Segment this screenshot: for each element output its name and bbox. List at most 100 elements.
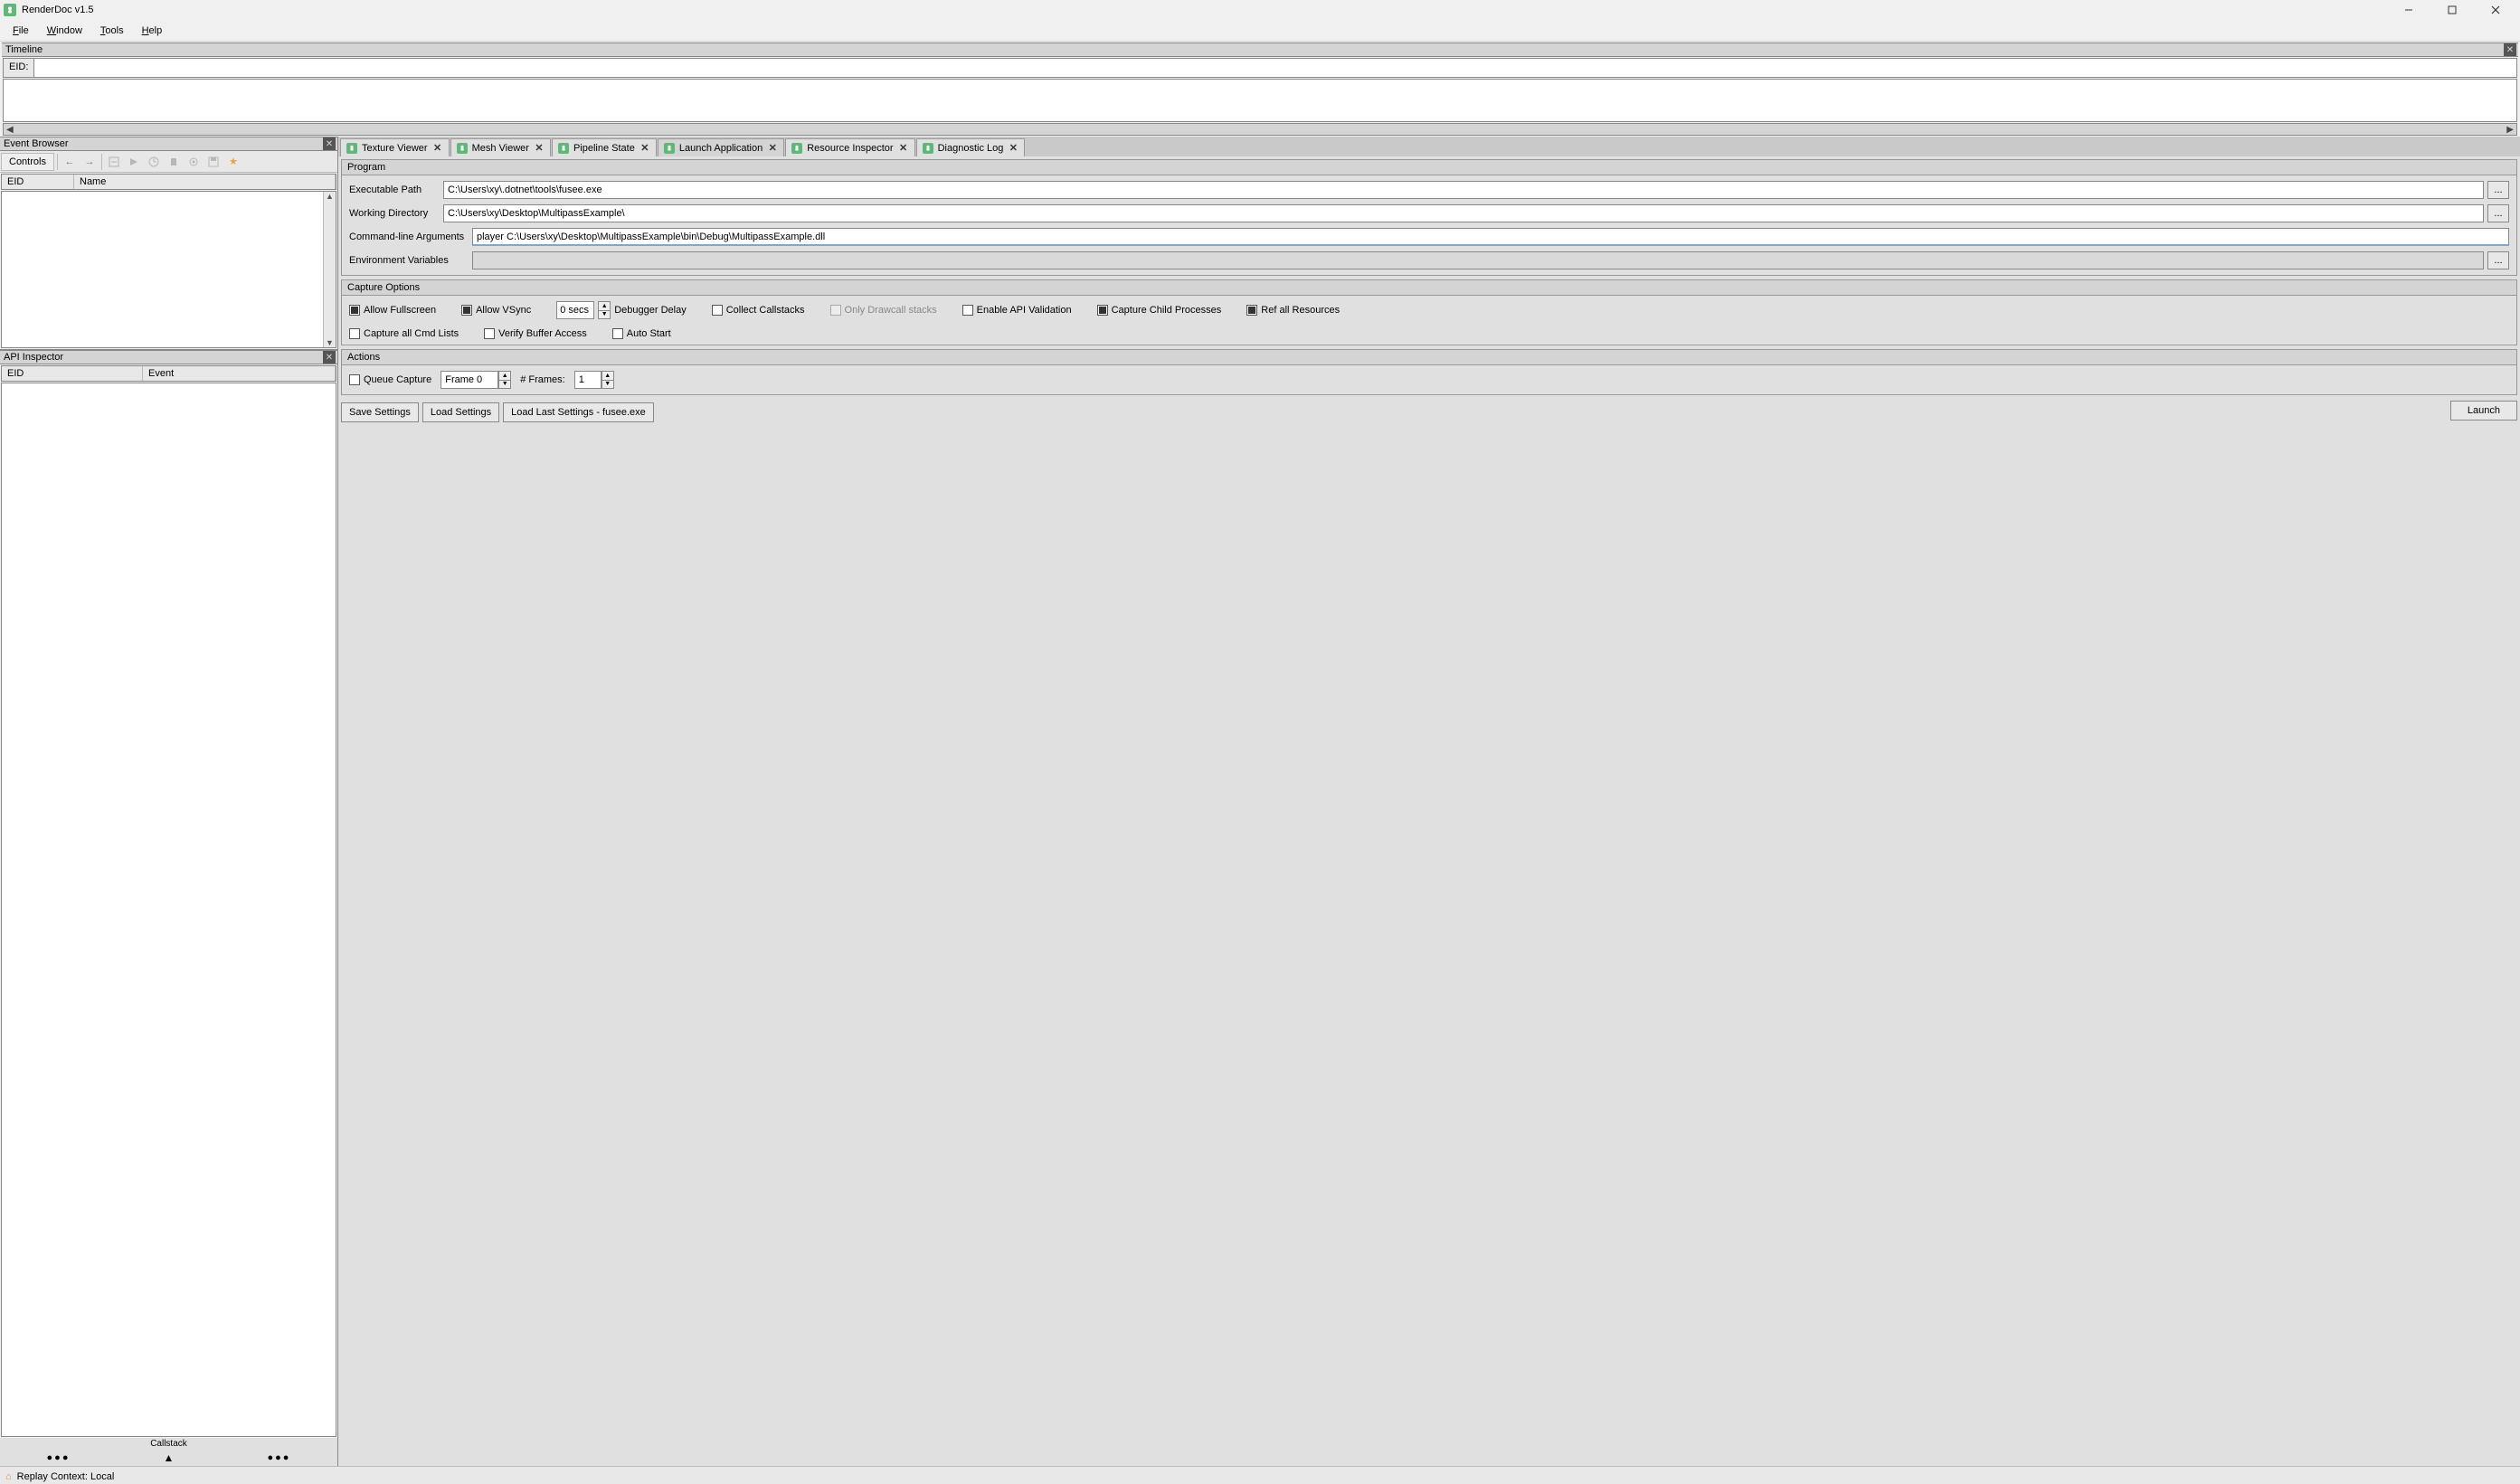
tab-mesh-viewer[interactable]: Mesh Viewer ✕ xyxy=(450,138,551,156)
collect-callstacks-checkbox[interactable]: Collect Callstacks xyxy=(712,305,805,316)
tab-close-icon[interactable]: ✕ xyxy=(639,143,650,154)
scroll-up-icon[interactable]: ▲ xyxy=(324,192,336,201)
spinner-down-icon[interactable]: ▼ xyxy=(602,381,613,389)
spinner-down-icon[interactable]: ▼ xyxy=(499,381,510,389)
capture-options-group: Capture Options Allow Fullscreen Allow V… xyxy=(341,279,2517,345)
api-inspector-title-bar: API Inspector ✕ xyxy=(0,350,337,364)
timeline-close-button[interactable]: ✕ xyxy=(2504,43,2516,56)
app-icon xyxy=(4,4,16,16)
tab-label: Pipeline State xyxy=(573,143,635,154)
title-bar: RenderDoc v1.5 xyxy=(0,0,2520,20)
tab-pipeline-state[interactable]: Pipeline State ✕ xyxy=(552,138,657,156)
load-last-settings-button[interactable]: Load Last Settings - fusee.exe xyxy=(503,402,654,422)
queue-capture-frame-input[interactable] xyxy=(441,371,498,389)
num-frames-spinner[interactable]: ▲▼ xyxy=(602,371,614,389)
tab-close-icon[interactable]: ✕ xyxy=(1008,143,1018,154)
tab-close-icon[interactable]: ✕ xyxy=(432,143,443,154)
actions-group-title: Actions xyxy=(342,350,2516,365)
status-bar: ⌂ Replay Context: Local xyxy=(0,1466,2520,1484)
queue-capture-checkbox[interactable]: Queue Capture xyxy=(349,374,431,385)
spinner-up-icon[interactable]: ▲ xyxy=(599,302,610,311)
spinner-up-icon[interactable]: ▲ xyxy=(602,372,613,381)
timeline-hscroll[interactable]: ◀ ▶ xyxy=(3,123,2517,136)
save-icon[interactable] xyxy=(204,153,223,171)
capture-child-processes-checkbox[interactable]: Capture Child Processes xyxy=(1097,305,1222,316)
tab-close-icon[interactable]: ✕ xyxy=(898,143,909,154)
callstack-expander[interactable]: ●●● ▲ ●●● xyxy=(0,1450,337,1466)
tab-close-icon[interactable]: ✕ xyxy=(767,143,778,154)
event-browser-col-eid[interactable]: EID xyxy=(2,175,74,189)
tab-icon xyxy=(346,143,357,154)
ref-all-resources-checkbox[interactable]: Ref all Resources xyxy=(1246,305,1340,316)
num-frames-input[interactable] xyxy=(574,371,602,389)
menu-tools[interactable]: Tools xyxy=(91,23,133,39)
scroll-down-icon[interactable]: ▼ xyxy=(324,338,336,347)
queue-capture-spinner[interactable]: ▲▼ xyxy=(498,371,511,389)
flag-icon[interactable] xyxy=(124,153,144,171)
auto-start-checkbox[interactable]: Auto Start xyxy=(612,328,671,339)
timeline-eid-input[interactable] xyxy=(34,59,2516,77)
api-inspector-close-button[interactable]: ✕ xyxy=(323,351,336,364)
window-minimize-button[interactable] xyxy=(2395,1,2422,19)
save-settings-button[interactable]: Save Settings xyxy=(341,402,419,422)
exe-path-browse-button[interactable]: ... xyxy=(2487,181,2509,199)
timeline-scroll-right-icon[interactable]: ▶ xyxy=(2504,125,2516,135)
tab-resource-inspector[interactable]: Resource Inspector ✕ xyxy=(785,138,914,156)
verify-buffer-access-checkbox[interactable]: Verify Buffer Access xyxy=(484,328,587,339)
event-browser-col-name[interactable]: Name xyxy=(74,175,336,189)
working-dir-browse-button[interactable]: ... xyxy=(2487,204,2509,222)
marker-icon[interactable] xyxy=(164,153,184,171)
tab-diagnostic-log[interactable]: Diagnostic Log ✕ xyxy=(916,138,1026,156)
tab-launch-application[interactable]: Launch Application ✕ xyxy=(658,138,784,156)
allow-fullscreen-checkbox[interactable]: Allow Fullscreen xyxy=(349,305,436,316)
event-browser-vscroll[interactable]: ▲▼ xyxy=(323,192,336,347)
debugger-delay-input[interactable] xyxy=(556,301,594,319)
cmd-args-label: Command-line Arguments xyxy=(349,232,469,242)
event-browser-close-button[interactable]: ✕ xyxy=(323,137,336,150)
program-group: Program Executable Path ... Working Dire… xyxy=(341,159,2517,276)
menu-window[interactable]: Window xyxy=(38,23,91,39)
launch-button[interactable]: Launch xyxy=(2450,401,2517,421)
arrow-left-icon[interactable]: ← xyxy=(60,153,80,171)
debugger-delay-spinner[interactable]: ▲▼ xyxy=(598,301,611,319)
only-drawcall-stacks-checkbox: Only Drawcall stacks xyxy=(830,305,937,316)
caret-up-icon: ▲ xyxy=(164,1451,175,1464)
enable-api-validation-checkbox[interactable]: Enable API Validation xyxy=(962,305,1072,316)
num-frames-field: ▲▼ xyxy=(574,371,614,389)
env-vars-label: Environment Variables xyxy=(349,255,469,266)
callstack-label: Callstack xyxy=(0,1438,337,1450)
menu-file[interactable]: File xyxy=(4,23,38,39)
capture-options-title: Capture Options xyxy=(342,280,2516,296)
queue-capture-frame-field: ▲▼ xyxy=(441,371,511,389)
arrow-right-icon[interactable]: → xyxy=(80,153,99,171)
load-settings-button[interactable]: Load Settings xyxy=(422,402,499,422)
timeline-body[interactable] xyxy=(3,79,2517,122)
menu-help[interactable]: Help xyxy=(133,23,172,39)
gear-icon[interactable] xyxy=(184,153,204,171)
working-dir-input[interactable] xyxy=(443,204,2484,222)
actions-group: Actions Queue Capture ▲▼ # Frames: ▲▼ xyxy=(341,349,2517,395)
star-icon[interactable]: ★ xyxy=(223,153,243,171)
tab-close-icon[interactable]: ✕ xyxy=(534,143,545,154)
dots-icon: ●●● xyxy=(47,1452,71,1463)
api-inspector-col-eid[interactable]: EID xyxy=(2,366,143,381)
spinner-down-icon[interactable]: ▼ xyxy=(599,311,610,319)
event-browser-controls-button[interactable]: Controls xyxy=(1,153,54,171)
spinner-up-icon[interactable]: ▲ xyxy=(499,372,510,381)
program-group-title: Program xyxy=(342,160,2516,175)
timeline-scroll-left-icon[interactable]: ◀ xyxy=(4,125,16,135)
tab-texture-viewer[interactable]: Texture Viewer ✕ xyxy=(340,138,450,156)
allow-vsync-checkbox[interactable]: Allow VSync xyxy=(461,305,531,316)
window-maximize-button[interactable] xyxy=(2439,1,2466,19)
capture-all-cmd-lists-checkbox[interactable]: Capture all Cmd Lists xyxy=(349,328,459,339)
clock-icon[interactable] xyxy=(144,153,164,171)
find-icon[interactable] xyxy=(104,153,124,171)
window-close-button[interactable] xyxy=(2482,1,2509,19)
exe-path-input[interactable] xyxy=(443,181,2484,199)
cmd-args-input[interactable] xyxy=(472,228,2509,246)
home-icon: ⌂ xyxy=(5,1471,12,1482)
event-browser-body: ▲▼ xyxy=(1,191,336,348)
env-vars-input[interactable] xyxy=(472,251,2484,269)
api-inspector-col-event[interactable]: Event xyxy=(143,366,336,381)
env-vars-browse-button[interactable]: ... xyxy=(2487,251,2509,269)
